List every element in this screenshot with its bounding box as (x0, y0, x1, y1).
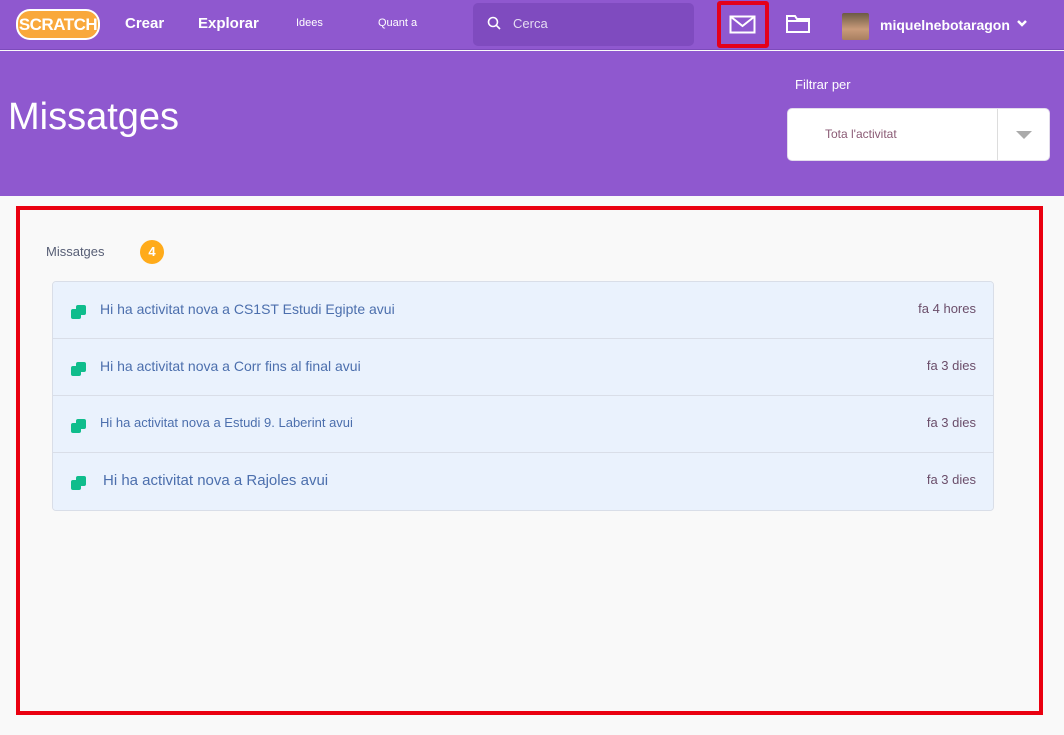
messages-button[interactable] (717, 1, 769, 48)
filter-label: Filtrar per (795, 77, 851, 92)
nav-create[interactable]: Crear (125, 15, 164, 32)
message-time: fa 4 hores (918, 301, 976, 316)
message-text[interactable]: Hi ha activitat nova a CS1ST Estudi Egip… (100, 301, 395, 317)
nav-ideas[interactable]: Idees (296, 17, 323, 29)
nav-about[interactable]: Quant a (378, 17, 417, 29)
messages-heading: Missatges (46, 244, 105, 259)
message-count-badge: 4 (140, 240, 164, 264)
message-text[interactable]: Hi ha activitat nova a Corr fins al fina… (100, 358, 361, 374)
page-banner: Missatges Filtrar per Tota l'activitat (0, 51, 1064, 196)
message-time: fa 3 dies (926, 472, 976, 487)
nav-explore[interactable]: Explorar (198, 15, 259, 32)
message-text[interactable]: Hi ha activitat nova a Rajoles avui (103, 472, 328, 489)
studio-icon (71, 476, 87, 490)
avatar[interactable] (842, 13, 869, 40)
message-text[interactable]: Hi ha activitat nova a Estudi 9. Laberin… (100, 415, 353, 430)
list-item[interactable]: Hi ha activitat nova a Rajoles avui fa 3 … (53, 453, 993, 510)
message-list: Hi ha activitat nova a CS1ST Estudi Egip… (52, 281, 994, 511)
divider (997, 109, 998, 160)
search-icon (487, 16, 501, 30)
mail-icon (729, 15, 756, 34)
chevron-down-icon[interactable] (1016, 18, 1028, 28)
list-item[interactable]: Hi ha activitat nova a CS1ST Estudi Egip… (53, 282, 993, 339)
scratch-logo[interactable]: SCRATCH (16, 9, 100, 40)
studio-icon (71, 305, 87, 319)
my-stuff-folder-icon[interactable] (785, 12, 811, 34)
list-item[interactable]: Hi ha activitat nova a Corr fins al fina… (53, 339, 993, 396)
search-placeholder: Cerca (513, 16, 548, 31)
message-time: fa 3 dies (926, 415, 976, 430)
caret-down-icon (1016, 131, 1032, 139)
list-item[interactable]: Hi ha activitat nova a Estudi 9. Laberin… (53, 396, 993, 453)
messages-panel: Missatges 4 Hi ha activitat nova a CS1ST… (16, 206, 1043, 715)
studio-icon (71, 362, 87, 376)
studio-icon (71, 419, 87, 433)
filter-select[interactable]: Tota l'activitat (787, 108, 1050, 161)
search-input[interactable]: Cerca (473, 3, 694, 46)
username[interactable]: miquelnebotaragon (880, 17, 1010, 33)
top-nav: SCRATCH Crear Explorar Idees Quant a Cer… (0, 0, 1064, 50)
filter-value: Tota l'activitat (825, 127, 897, 141)
page-title: Missatges (8, 96, 180, 138)
message-time: fa 3 dies (926, 358, 976, 373)
